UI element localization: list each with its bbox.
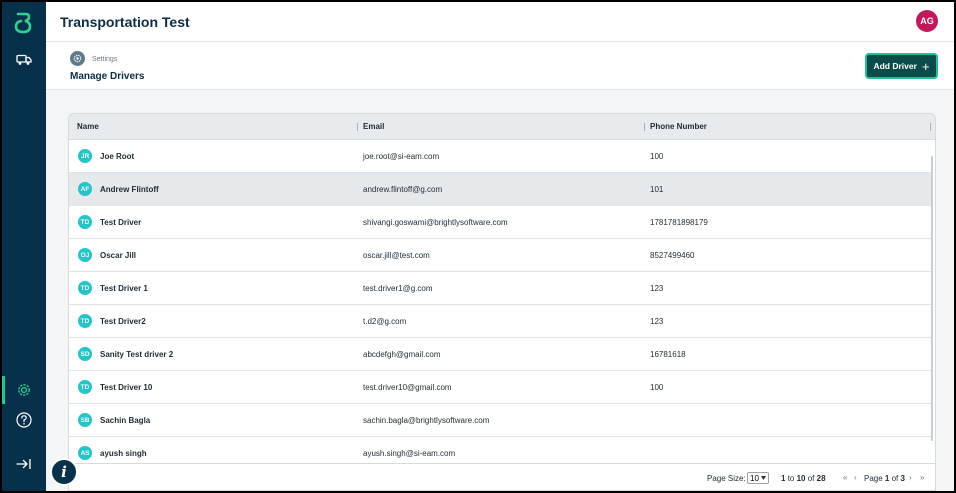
- column-resize-handle[interactable]: [644, 123, 645, 131]
- table-row[interactable]: TD Test Driver 10 test.driver10@gmail.com 1…: [69, 371, 931, 404]
- expand-sidebar-icon[interactable]: [10, 450, 38, 478]
- driver-name: Andrew Flintoff: [100, 185, 159, 194]
- driver-phone: 123: [650, 317, 664, 326]
- breadcrumb[interactable]: Settings: [92, 56, 117, 63]
- table-row[interactable]: TD Test Driver shivangi.goswami@brightlyso…: [69, 206, 931, 239]
- driver-email: shivangi.goswami@brightlysoftware.com: [363, 218, 508, 227]
- driver-name: Test Driver: [100, 218, 142, 227]
- add-driver-label: Add Driver: [873, 61, 917, 71]
- info-icon[interactable]: i: [50, 458, 78, 486]
- driver-name: Sachin Bagla: [100, 416, 151, 425]
- driver-name: Test Driver 1: [100, 284, 148, 293]
- truck-icon[interactable]: [10, 46, 38, 74]
- app-title: Transportation Test: [60, 14, 190, 30]
- column-header-phone[interactable]: Phone Number: [650, 122, 707, 131]
- first-page-icon[interactable]: «: [843, 473, 847, 482]
- gear-icon[interactable]: [10, 376, 38, 404]
- driver-email: andrew.flintoff@g.com: [363, 185, 443, 194]
- next-page-icon[interactable]: ›: [909, 473, 912, 482]
- driver-email: t.d2@g.com: [363, 317, 407, 326]
- app-window: Transportation Test AG Settings Manage D…: [2, 2, 954, 491]
- driver-name: ayush singh: [100, 449, 147, 458]
- table-row[interactable]: TD Test Driver2 t.d2@g.com 123: [69, 305, 931, 338]
- sidebar: [2, 2, 46, 491]
- driver-avatar: AF: [78, 182, 92, 196]
- driver-name: Oscar Jill: [100, 251, 137, 260]
- driver-email: oscar.jill@test.com: [363, 251, 430, 260]
- pagination-bar: Page Size: 10 1 to 10 of 28 « ‹ Page 1 o…: [69, 463, 935, 490]
- table-row[interactable]: AF Andrew Flintoff andrew.flintoff@g.com 10…: [69, 173, 931, 206]
- driver-phone: 100: [650, 383, 664, 392]
- page-size-select[interactable]: 10: [747, 472, 769, 484]
- help-icon[interactable]: [10, 406, 38, 434]
- table-row[interactable]: SB Sachin Bagla sachin.bagla@brightlysoftw…: [69, 404, 931, 437]
- driver-phone: 101: [650, 185, 664, 194]
- drivers-table: Name Email Phone Number JR Joe Root joe.ro…: [68, 113, 936, 491]
- driver-email: test.driver1@g.com: [363, 284, 433, 293]
- driver-avatar: AS: [78, 446, 92, 460]
- driver-email: test.driver10@gmail.com: [363, 383, 452, 392]
- column-header-name[interactable]: Name: [77, 122, 99, 131]
- driver-avatar: SB: [78, 413, 92, 427]
- brand-logo-icon[interactable]: [10, 10, 36, 36]
- page-size-label: Page Size:: [707, 474, 746, 483]
- driver-phone: 16781618: [650, 350, 686, 359]
- driver-email: joe.root@si-eam.com: [363, 152, 440, 161]
- table-row[interactable]: JR Joe Root joe.root@si-eam.com 100: [69, 140, 931, 173]
- table-row[interactable]: SD Sanity Test driver 2 abcdefgh@gmail.com…: [69, 338, 931, 371]
- driver-avatar: OJ: [78, 248, 92, 262]
- page-indicator: Page 1 of 3: [864, 474, 905, 483]
- page-title: Manage Drivers: [70, 71, 145, 82]
- table-header: Name Email Phone Number: [69, 114, 935, 140]
- user-avatar[interactable]: AG: [916, 10, 938, 32]
- last-page-icon[interactable]: »: [920, 473, 924, 482]
- driver-avatar: TD: [78, 215, 92, 229]
- vertical-scrollbar[interactable]: [931, 156, 933, 441]
- driver-email: abcdefgh@gmail.com: [363, 350, 441, 359]
- plus-icon: +: [921, 58, 930, 74]
- driver-name: Sanity Test driver 2: [100, 350, 174, 359]
- top-header: Transportation Test AG: [46, 2, 954, 42]
- driver-avatar: TD: [78, 281, 92, 295]
- driver-avatar: SD: [78, 347, 92, 361]
- chevron-down-icon: [760, 476, 766, 480]
- column-header-email[interactable]: Email: [363, 122, 384, 131]
- active-nav-indicator: [2, 376, 5, 404]
- driver-phone: 123: [650, 284, 664, 293]
- table-row[interactable]: TD Test Driver 1 test.driver1@g.com 123: [69, 272, 931, 305]
- driver-name: Test Driver2: [100, 317, 146, 326]
- table-row[interactable]: OJ Oscar Jill oscar.jill@test.com 852749946…: [69, 239, 931, 272]
- driver-email: ayush.singh@si-eam.com: [363, 449, 456, 458]
- driver-email: sachin.bagla@brightlysoftware.com: [363, 416, 490, 425]
- column-resize-handle[interactable]: [357, 123, 358, 131]
- page-size-value: 10: [750, 473, 759, 483]
- driver-avatar: TD: [78, 380, 92, 394]
- add-driver-button[interactable]: Add Driver +: [865, 53, 938, 79]
- driver-phone: 1781781898179: [650, 218, 708, 227]
- driver-name: Joe Root: [100, 152, 135, 161]
- driver-avatar: TD: [78, 314, 92, 328]
- driver-avatar: JR: [78, 149, 92, 163]
- driver-phone: 100: [650, 152, 664, 161]
- prev-page-icon[interactable]: ‹: [854, 473, 857, 482]
- page-header: Settings Manage Drivers Add Driver +: [46, 42, 954, 90]
- row-range: 1 to 10 of 28: [781, 474, 826, 483]
- settings-badge-icon: [70, 51, 85, 66]
- column-resize-handle[interactable]: [930, 123, 931, 131]
- driver-name: Test Driver 10: [100, 383, 153, 392]
- driver-phone: 8527499460: [650, 251, 695, 260]
